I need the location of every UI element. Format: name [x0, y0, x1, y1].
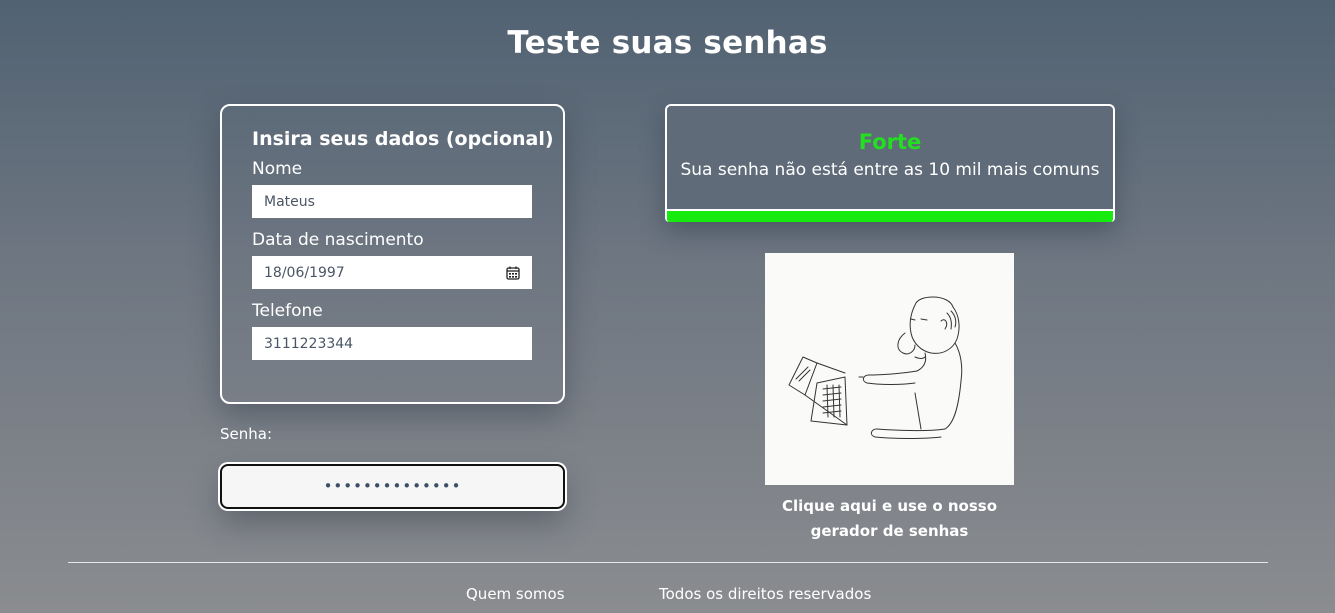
calendar-icon[interactable] [506, 266, 520, 280]
password-input[interactable]: •••••••••••••• [220, 464, 565, 509]
footer-divider [68, 562, 1268, 563]
password-label: Senha: [220, 425, 273, 443]
strength-meter [667, 209, 1113, 222]
strength-level: Forte [858, 130, 922, 154]
strength-message: Sua senha não está entre as 10 mil mais … [680, 160, 1100, 180]
birthdate-label: Data de nascimento [252, 230, 424, 250]
card-title: Insira seus dados (opcional) [252, 128, 554, 150]
phone-input[interactable]: 3111223344 [252, 327, 532, 360]
strength-card: Forte Sua senha não está entre as 10 mil… [665, 104, 1115, 222]
cartoon-man-typing-password-image [765, 253, 1014, 485]
name-value: Mateus [264, 193, 315, 210]
page-title: Teste suas senhas [507, 25, 828, 61]
about-us-link[interactable]: Quem somos [466, 585, 565, 603]
birthdate-input[interactable]: 18/06/1997 [252, 256, 532, 289]
phone-label: Telefone [252, 301, 323, 321]
strength-meter-fill [667, 211, 1113, 222]
rights-text: Todos os direitos reservados [659, 585, 872, 603]
birthdate-value: 18/06/1997 [264, 264, 345, 281]
personal-data-card: Insira seus dados (opcional) Nome Mateus… [220, 104, 565, 404]
generator-caption-line-2: gerador de senhas [810, 522, 969, 540]
phone-value: 3111223344 [264, 335, 354, 352]
generator-caption: Clique aqui e use o nosso gerador de sen… [765, 494, 1014, 544]
name-label: Nome [252, 159, 303, 179]
password-generator-link[interactable]: Clique aqui e use o nosso gerador de sen… [765, 253, 1014, 544]
name-input[interactable]: Mateus [252, 185, 532, 218]
generator-caption-line-1: Clique aqui e use o nosso [781, 497, 998, 515]
